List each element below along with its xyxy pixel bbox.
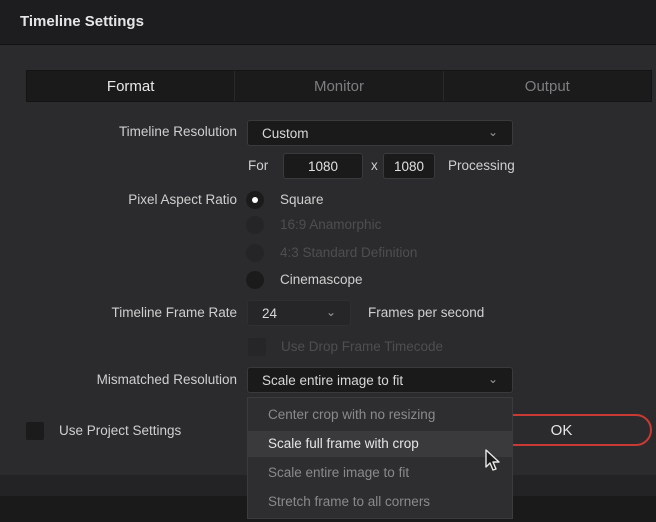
processing-label: Processing (448, 158, 515, 173)
mismatched-resolution-label: Mismatched Resolution (96, 372, 237, 387)
width-input[interactable]: 1080 (283, 153, 363, 179)
radio-square[interactable] (246, 191, 264, 209)
by-label: x (371, 158, 378, 173)
radio-standard-def (246, 244, 264, 262)
radio-cinemascope-label: Cinemascope (280, 272, 363, 287)
frame-rate-label: Timeline Frame Rate (111, 305, 237, 320)
frames-per-second-label: Frames per second (368, 305, 485, 320)
use-project-settings-checkbox[interactable] (26, 422, 44, 440)
for-label: For (248, 158, 269, 173)
mismatched-resolution-value: Scale entire image to fit (262, 373, 404, 388)
chevron-down-icon: ⌄ (487, 125, 498, 139)
pixel-aspect-label: Pixel Aspect Ratio (128, 192, 237, 207)
timeline-resolution-label: Timeline Resolution (118, 124, 237, 139)
radio-square-label: Square (280, 192, 324, 207)
drop-frame-label: Use Drop Frame Timecode (281, 339, 444, 354)
frame-rate-value: 24 (262, 306, 278, 321)
tab-format[interactable]: Format (27, 71, 236, 101)
use-project-settings-label: Use Project Settings (59, 423, 182, 438)
mouse-cursor-icon (485, 449, 500, 471)
tab-monitor[interactable]: Monitor (235, 71, 444, 101)
chevron-down-icon: ⌄ (325, 305, 336, 319)
tab-bar: Format Monitor Output (26, 70, 652, 102)
radio-standard-def-label: 4:3 Standard Definition (280, 245, 418, 260)
menu-item-center-crop[interactable]: Center crop with no resizing (248, 402, 512, 428)
tab-output[interactable]: Output (444, 71, 651, 101)
height-input[interactable]: 1080 (383, 153, 435, 179)
radio-anamorphic-label: 16:9 Anamorphic (280, 217, 382, 232)
title-bar: Timeline Settings (0, 0, 656, 45)
timeline-resolution-value: Custom (262, 126, 309, 141)
radio-cinemascope[interactable] (246, 271, 264, 289)
chevron-down-icon: ⌄ (487, 372, 498, 386)
drop-frame-checkbox (248, 338, 266, 356)
menu-item-scale-full-frame[interactable]: Scale full frame with crop (248, 431, 512, 457)
menu-item-scale-entire-image[interactable]: Scale entire image to fit (248, 460, 512, 486)
menu-item-stretch-frame[interactable]: Stretch frame to all corners (248, 489, 512, 515)
timeline-resolution-select[interactable]: Custom ⌄ (247, 120, 513, 146)
window-title: Timeline Settings (20, 13, 144, 30)
radio-anamorphic (246, 216, 264, 234)
frame-rate-select: 24 ⌄ (247, 300, 351, 326)
mismatched-resolution-select[interactable]: Scale entire image to fit ⌄ (247, 367, 513, 393)
mismatched-resolution-menu: Center crop with no resizing Scale full … (247, 397, 513, 519)
